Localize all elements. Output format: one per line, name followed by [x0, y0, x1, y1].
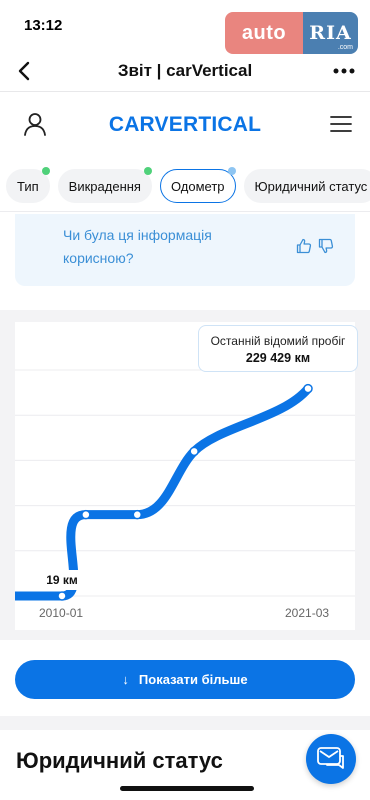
tab-label: Викрадення — [68, 178, 141, 194]
first-point-label: 19 км — [40, 570, 84, 590]
site-header: CARVERTICAL — [0, 93, 370, 155]
page-title: Звіт | carVertical — [117, 61, 253, 80]
thumbs-up-icon[interactable] — [296, 238, 312, 254]
tab-label: Тип — [17, 178, 39, 194]
chat-button[interactable] — [306, 734, 356, 784]
feedback-question: Чи була ця інформація корисною? — [63, 227, 212, 266]
auto-ria-logo-right: RIA .com — [303, 12, 358, 54]
chart-data-point[interactable] — [132, 509, 143, 520]
hamburger-menu-icon[interactable] — [330, 114, 352, 134]
chart-grid — [15, 369, 355, 597]
thumbs-down-icon[interactable] — [318, 238, 334, 254]
chat-icon — [317, 747, 344, 769]
tab-label: Одометр — [170, 178, 225, 194]
home-indicator — [120, 786, 254, 791]
x-axis-end-label: 2021-03 — [285, 606, 330, 620]
tab-odometer[interactable]: Одометр — [159, 167, 236, 203]
tabs-divider — [0, 211, 370, 212]
show-more-button[interactable]: ↓ Показати більше — [15, 660, 355, 699]
status-time: 13:12 — [24, 17, 63, 34]
x-axis-start-label: 2010-01 — [39, 606, 84, 620]
screen: 13:12 auto RIA .com Звіт | carVertical C… — [0, 0, 370, 800]
chart-data-point[interactable] — [57, 591, 67, 601]
ria-logo-text: RIA — [309, 22, 352, 44]
tab-status-dot — [227, 167, 236, 175]
feedback-card: Чи була ця інформація корисною? — [15, 214, 355, 286]
last-mileage-tooltip: Останній відомий пробіг 229 429 км — [198, 325, 358, 372]
legal-status-heading: Юридичний статус — [16, 748, 223, 773]
tab-theft[interactable]: Викрадення — [57, 167, 152, 203]
tab-type[interactable]: Тип — [6, 167, 50, 203]
ria-logo-suffix: .com — [337, 44, 353, 51]
tooltip-title: Останній відомий пробіг — [210, 334, 346, 348]
tab-status-dot — [143, 167, 152, 175]
carvertical-logo[interactable]: CARVERTICAL — [0, 113, 370, 137]
show-more-label: Показати більше — [138, 672, 248, 687]
section-separator — [0, 716, 370, 730]
chart-data-point[interactable] — [189, 446, 199, 457]
tab-status-dot — [41, 167, 50, 175]
mileage-line — [15, 384, 313, 601]
arrow-down-icon: ↓ — [122, 672, 129, 687]
auto-ria-badge[interactable]: auto RIA .com — [225, 12, 358, 54]
top-nav-bar: Звіт | carVertical — [0, 52, 370, 92]
tab-label: Юридичний статус — [254, 178, 368, 194]
chart-data-point[interactable] — [303, 383, 313, 394]
section-tabs: Тип Викрадення Одометр Юридичний статус — [0, 163, 370, 209]
tab-legal-status[interactable]: Юридичний статус — [243, 169, 370, 203]
status-bar: 13:12 auto RIA .com — [0, 0, 370, 54]
chart-data-point[interactable] — [81, 509, 91, 520]
tooltip-value: 229 429 км — [245, 351, 311, 365]
more-options-icon[interactable] — [330, 58, 358, 84]
auto-ria-logo-left: auto — [225, 12, 303, 54]
